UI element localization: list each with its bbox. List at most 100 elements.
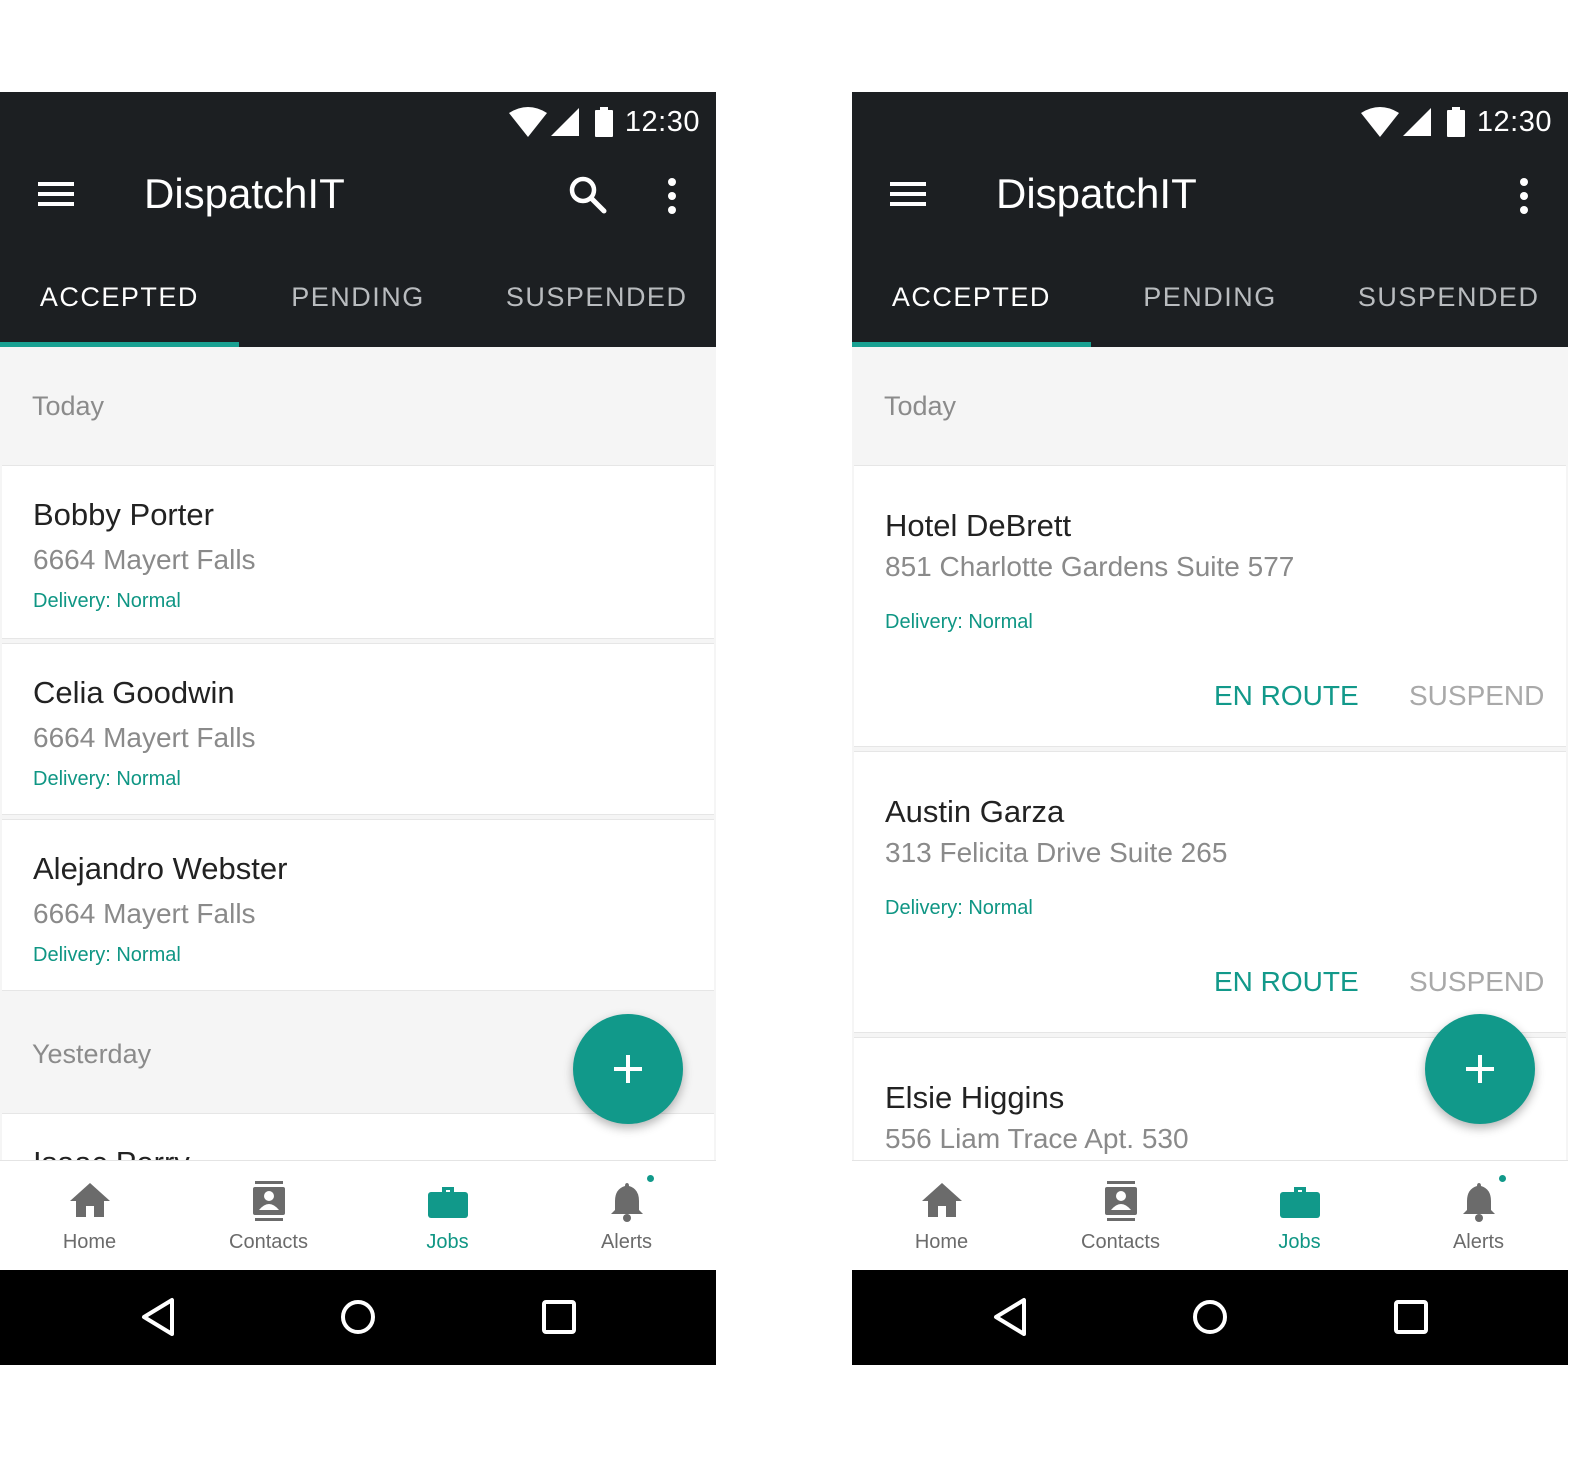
nav-label: Contacts [229,1231,308,1253]
delivery-tag: Delivery: Normal [885,897,1033,919]
bottom-navigation: Home Contacts Jobs Alerts [852,1160,1568,1271]
tab-bar: ACCEPTED PENDING SUSPENDED [852,254,1568,347]
status-bar: 12:30 [508,102,700,142]
job-name: Elsie Higgins [885,1080,1065,1115]
bottom-navigation: Home Contacts Jobs Alerts [0,1160,716,1271]
app-bar: 12:30 DispatchIT ACCEPTED PENDING SUSPEN… [0,92,716,347]
recents-icon[interactable] [536,1294,582,1340]
contacts-icon [1104,1181,1137,1221]
nav-jobs[interactable]: Jobs [1210,1161,1389,1271]
home-circle-icon[interactable] [335,1294,381,1340]
plus-icon [1466,1055,1494,1083]
recents-icon[interactable] [1388,1294,1434,1340]
wifi-icon [1360,107,1399,137]
signal-icon [1402,108,1431,136]
status-time: 12:30 [1476,105,1552,138]
nav-label: Alerts [600,1231,653,1253]
nav-label: Home [914,1231,969,1253]
job-card[interactable]: Alejandro Webster 6664 Mayert Falls Deli… [2,819,714,991]
back-icon[interactable] [988,1294,1034,1340]
job-address: 313 Felicita Drive Suite 265 [885,837,1228,868]
bell-icon [610,1183,643,1222]
nav-label: Contacts [1081,1231,1160,1253]
job-name: Hotel DeBrett [885,508,1072,543]
nav-label: Home [62,1231,117,1253]
section-header-today: Today [0,347,716,465]
job-name: Bobby Porter [33,497,214,532]
job-name: Isaac Perry [33,1145,190,1160]
toolbar: DispatchIT [0,148,716,238]
search-icon[interactable] [566,173,610,217]
wifi-icon [508,107,547,137]
app-title: DispatchIT [996,170,1197,217]
tab-accepted[interactable]: ACCEPTED [852,254,1091,347]
nav-label: Alerts [1452,1231,1505,1253]
bell-icon [1462,1183,1495,1222]
tab-accepted[interactable]: ACCEPTED [0,254,239,347]
job-card[interactable]: Austin Garza 313 Felicita Drive Suite 26… [854,751,1566,1033]
suspend-button[interactable]: SUSPEND [1409,966,1544,998]
phone-screen-expanded-list: 12:30 DispatchIT ACCEPTED PENDING SUSPEN… [852,92,1568,1365]
more-vert-icon[interactable] [660,174,684,218]
tab-pending[interactable]: PENDING [239,254,478,347]
home-circle-icon[interactable] [1187,1294,1233,1340]
menu-icon[interactable] [886,174,930,214]
toolbar: DispatchIT [852,148,1568,238]
job-address: 6664 Mayert Falls [33,722,256,753]
back-icon[interactable] [136,1294,182,1340]
delivery-tag: Delivery: Normal [33,768,181,790]
status-time: 12:30 [624,105,700,138]
plus-icon [614,1055,642,1083]
status-bar: 12:30 [1360,102,1552,142]
add-job-button[interactable] [573,1014,683,1124]
job-card[interactable]: Bobby Porter 6664 Mayert Falls Delivery:… [2,465,714,639]
nav-alerts[interactable]: Alerts [537,1161,716,1271]
alert-badge [1499,1175,1506,1182]
suspend-button[interactable]: SUSPEND [1409,680,1544,712]
app-title: DispatchIT [144,170,345,217]
contacts-icon [252,1181,285,1221]
section-header-today: Today [852,347,1568,465]
delivery-tag: Delivery: Normal [33,944,181,966]
nav-home[interactable]: Home [0,1161,179,1271]
tab-pending[interactable]: PENDING [1091,254,1330,347]
battery-icon [594,107,613,137]
nav-home[interactable]: Home [852,1161,1031,1271]
phone-screen-compact-list: 12:30 DispatchIT ACCEPTED PENDING SUSPEN… [0,92,716,1365]
job-card[interactable]: Celia Goodwin 6664 Mayert Falls Delivery… [2,643,714,815]
app-bar: 12:30 DispatchIT ACCEPTED PENDING SUSPEN… [852,92,1568,347]
nav-label: Jobs [1278,1231,1321,1253]
nav-label: Jobs [426,1231,469,1253]
menu-icon[interactable] [34,174,78,214]
en-route-button[interactable]: EN ROUTE [1214,680,1359,712]
briefcase-icon [427,1187,468,1218]
nav-alerts[interactable]: Alerts [1389,1161,1568,1271]
job-address: 6664 Mayert Falls [33,898,256,929]
signal-icon [550,108,579,136]
en-route-button[interactable]: EN ROUTE [1214,966,1359,998]
delivery-tag: Delivery: Normal [885,611,1033,633]
nav-jobs[interactable]: Jobs [358,1161,537,1271]
job-name: Austin Garza [885,794,1065,829]
job-name: Celia Goodwin [33,675,235,710]
job-name: Alejandro Webster [33,851,288,886]
battery-icon [1446,107,1465,137]
tab-suspended[interactable]: SUSPENDED [1329,254,1568,347]
tab-bar: ACCEPTED PENDING SUSPENDED [0,254,716,347]
job-address: 556 Liam Trace Apt. 530 [885,1123,1189,1154]
more-vert-icon[interactable] [1512,174,1536,218]
delivery-tag: Delivery: Normal [33,590,181,612]
home-icon [921,1183,962,1217]
home-icon [69,1183,110,1217]
nav-contacts[interactable]: Contacts [1031,1161,1210,1271]
alert-badge [647,1175,654,1182]
tab-suspended[interactable]: SUSPENDED [477,254,716,347]
job-address: 6664 Mayert Falls [33,544,256,575]
system-navigation-bar [0,1270,716,1365]
nav-contacts[interactable]: Contacts [179,1161,358,1271]
job-address: 851 Charlotte Gardens Suite 577 [885,551,1295,582]
add-job-button[interactable] [1425,1014,1535,1124]
briefcase-icon [1279,1187,1320,1218]
job-card[interactable]: Hotel DeBrett 851 Charlotte Gardens Suit… [854,465,1566,747]
system-navigation-bar [852,1270,1568,1365]
